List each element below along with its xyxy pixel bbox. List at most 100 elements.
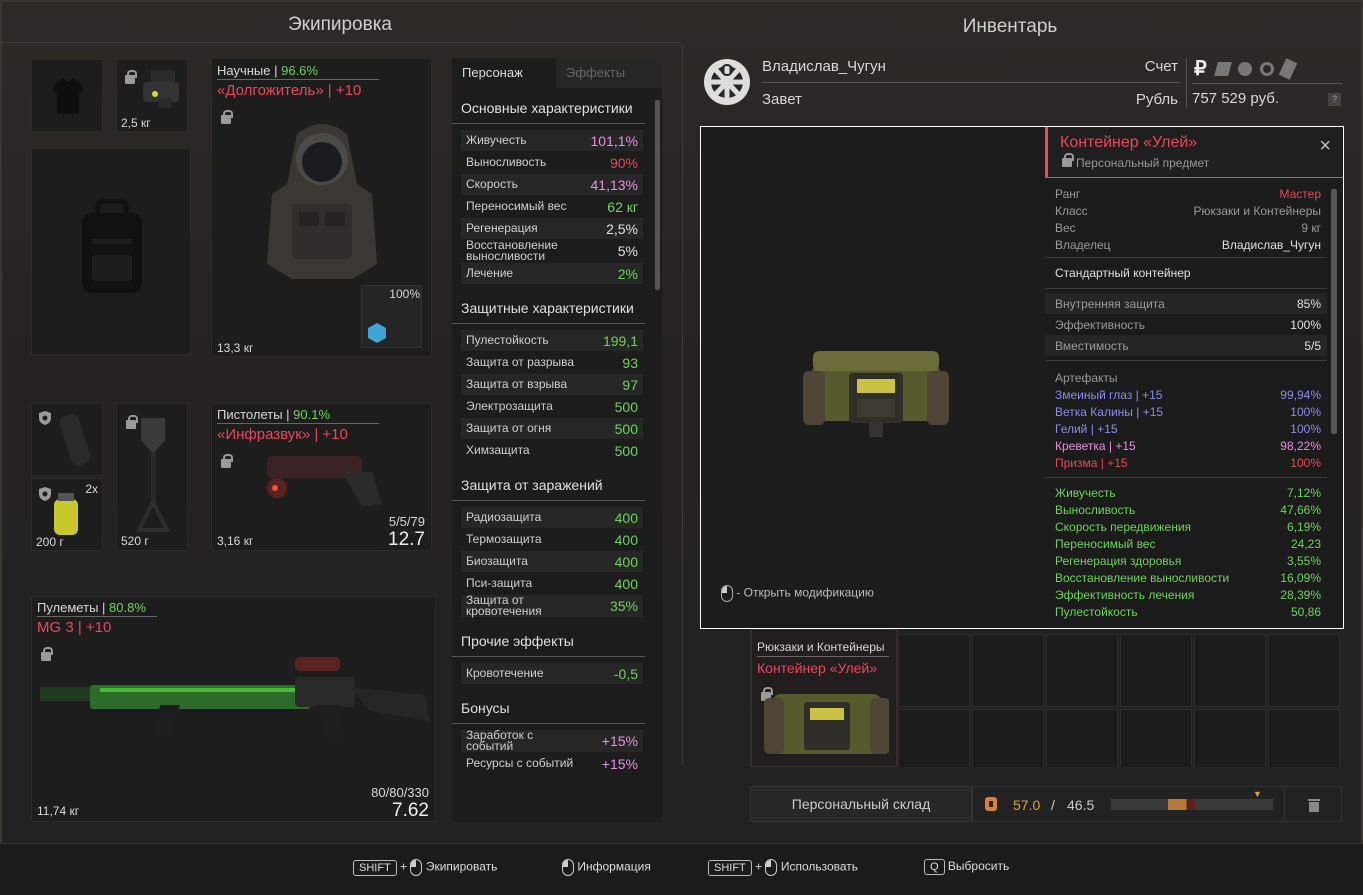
coin-icon[interactable]: [1238, 62, 1252, 76]
backpack-slot[interactable]: [31, 148, 191, 355]
tab-character[interactable]: Персонаж: [452, 58, 556, 88]
inventory-cell[interactable]: [972, 634, 1044, 707]
inventory-cell[interactable]: [1194, 634, 1266, 707]
stat-label: Лечение: [466, 266, 514, 280]
stats-scrollbar[interactable]: [655, 100, 660, 290]
ruble-icon[interactable]: ₽: [1194, 56, 1207, 81]
detail-value: 85%: [1296, 296, 1321, 311]
feather-icon[interactable]: [1214, 62, 1232, 76]
detail-key: Креветка | +15: [1055, 438, 1136, 453]
stat-value: 500: [614, 398, 638, 415]
personal-storage-button[interactable]: Персональный склад: [750, 786, 972, 822]
shift-key: SHIFT: [708, 859, 752, 876]
help-icon[interactable]: ?: [1328, 93, 1341, 106]
hint-equip[interactable]: SHIFT + Экипировать: [353, 859, 497, 876]
detail-key: Вместимость: [1055, 338, 1129, 353]
inventory-cell[interactable]: [1268, 634, 1340, 707]
armor-image: [267, 124, 377, 279]
hint-use[interactable]: SHIFT + Использовать: [708, 859, 858, 876]
detail-key: Живучесть: [1055, 485, 1116, 500]
stat-row: Выносливость 90%: [461, 152, 643, 173]
stat-row: Заработок с событий +15%: [461, 729, 643, 752]
detail-value: Владислав_Чугун: [1221, 237, 1321, 252]
close-icon[interactable]: ×: [1319, 135, 1331, 158]
detail-scrollbar[interactable]: [1331, 189, 1337, 434]
stat-row: Ресурсы с событий +15%: [461, 753, 643, 774]
mod-hint-row[interactable]: - Открыть модификацию: [721, 585, 874, 602]
armor-module-percent: 100%: [389, 287, 420, 301]
consumable-slot[interactable]: 2x 200 г: [31, 478, 103, 551]
player-name-row: Владислав_Чугун Счет: [762, 58, 1180, 83]
pistol-category: Пистолеты | 90.1%: [217, 407, 379, 424]
detail-row: Скорость передвижения 6,19%: [1045, 518, 1327, 535]
stats-section-title: Основные характеристики: [452, 92, 645, 124]
detail-key: Змеиный глаз | +15: [1055, 387, 1163, 402]
detail-value: 100%: [1290, 404, 1321, 419]
canister-icon: [54, 493, 78, 535]
inventory-item-hive-container[interactable]: Рюкзаки и Контейнеры Контейнер «Улей»: [751, 629, 897, 767]
inventory-cell[interactable]: [1046, 634, 1118, 707]
stat-label: Ресурсы с событий: [466, 756, 574, 770]
chain-icon[interactable]: [1260, 62, 1274, 76]
inventory-cell[interactable]: [972, 709, 1044, 767]
stat-label: Пулестойкость: [466, 333, 549, 347]
detail-value: 24,23: [1290, 536, 1321, 551]
token-icon[interactable]: [1278, 58, 1298, 80]
stat-label: Пси-защита: [466, 576, 533, 590]
detail-key: Гелий | +15: [1055, 421, 1118, 436]
inventory-cell[interactable]: [898, 709, 970, 767]
machinegun-slot[interactable]: Пулеметы | 80.8% MG 3 | +10 80/80/330 7.…: [31, 596, 436, 822]
q-key: Q: [924, 859, 945, 875]
mouse-icon: [721, 585, 733, 602]
equipment-header: Экипировка: [287, 14, 392, 35]
grenade-slot[interactable]: [31, 403, 103, 476]
detail-value: 6,19%: [1286, 519, 1321, 534]
stat-label: Защита от огня: [466, 421, 552, 435]
inventory-cell[interactable]: [1120, 709, 1192, 767]
detail-props: Внутренняя защита 85% Эффективность 100% Вме…: [1045, 289, 1327, 361]
detail-row: Переносимый вес 24,23: [1045, 535, 1327, 552]
detail-subtitle-row: Персональный предмет: [1060, 153, 1331, 170]
detail-row: Восстановление выносливости 16,09%: [1045, 569, 1327, 586]
pistol-slot[interactable]: Пистолеты | 90.1% «Инфразвук» | +10 5/5/…: [211, 403, 432, 551]
stat-label: Термозащита: [466, 532, 542, 546]
detail-value: 100%: [1290, 421, 1321, 436]
inventory-cell[interactable]: [1046, 709, 1118, 767]
armor-slot[interactable]: Научные | 96.6% «Долгожитель» | +10 100%…: [211, 58, 432, 357]
inventory-cell[interactable]: [1194, 709, 1266, 767]
hint-info[interactable]: Информация: [562, 859, 651, 876]
divider: [682, 45, 683, 765]
detail-value: 47,66%: [1280, 502, 1321, 517]
inventory-cell[interactable]: [1268, 709, 1340, 767]
inventory-cell[interactable]: [1120, 634, 1192, 707]
detail-value: Рюкзаки и Контейнеры: [1193, 203, 1321, 218]
inventory-cell[interactable]: [898, 634, 970, 707]
detail-row: Живучесть 7,12%: [1045, 484, 1327, 501]
detail-row: Внутренняя защита 85%: [1045, 293, 1327, 314]
nightvision-slot[interactable]: 2,5 кг: [116, 59, 188, 132]
detail-row: Владелец Владислав_Чугун: [1045, 236, 1327, 253]
delete-button[interactable]: [1284, 786, 1342, 822]
faction-name: Завет: [762, 91, 802, 108]
armor-module-slot[interactable]: 100%: [361, 285, 422, 348]
detail-row: Креветка | +15 98,22%: [1045, 437, 1327, 454]
hint-drop[interactable]: Q Выбросить: [924, 859, 1009, 875]
shovel-weight: 520 г: [121, 534, 149, 548]
stat-row: Скорость 41,13%: [461, 174, 643, 195]
stat-label: Защита от разрыва: [466, 355, 575, 369]
stats-tabs: Персонаж Эффекты: [452, 58, 662, 88]
shirt-slot[interactable]: [31, 59, 103, 132]
melee-slot[interactable]: 520 г: [116, 403, 188, 551]
stat-row: Защита от взрыва 97: [461, 374, 643, 395]
stat-row: Электрозащита 500: [461, 396, 643, 417]
account-label: Счет: [1144, 58, 1178, 75]
stat-row: Переносимый вес 62 кг: [461, 196, 643, 217]
stat-row: Живучесть 101,1%: [461, 130, 643, 151]
detail-value: 100%: [1290, 317, 1321, 332]
stat-value: 2%: [617, 265, 638, 282]
armor-name: «Долгожитель» | +10: [217, 82, 362, 99]
detail-value: 50,86: [1290, 604, 1321, 619]
detail-key: Переносимый вес: [1055, 536, 1156, 551]
stat-value: 500: [614, 420, 638, 437]
tab-effects[interactable]: Эффекты: [556, 58, 662, 88]
